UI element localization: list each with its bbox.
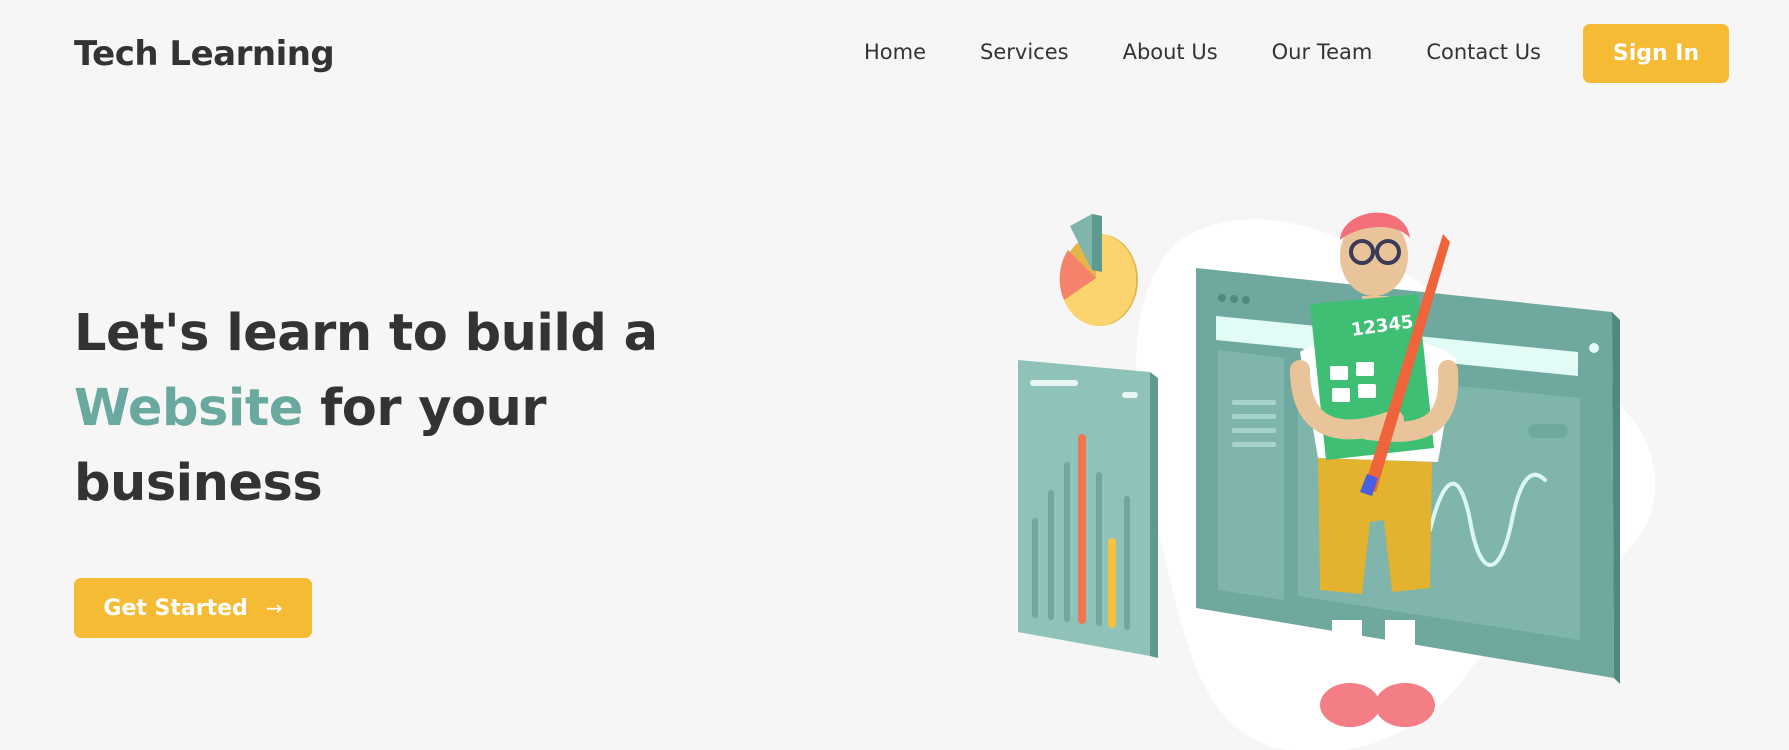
nav-services-link[interactable]: Services [980,40,1069,64]
hero-line-1: Let's learn to build a [74,304,658,363]
site-logo[interactable]: Tech Learning [74,34,335,74]
pie-chart-icon [1059,214,1138,326]
hero-accent-word: Website [74,379,303,438]
main-nav: Home Services About Us Our Team Contact … [864,40,1541,64]
nav-contact-link[interactable]: Contact Us [1426,40,1541,64]
get-started-button[interactable]: Get Started → [74,578,312,638]
sign-in-button[interactable]: Sign In [1583,24,1729,83]
bar-chart-card [1018,360,1158,658]
hero-illustration: 12345 [1018,212,1656,750]
get-started-label: Get Started [103,595,248,621]
nav-about-link[interactable]: About Us [1123,40,1218,64]
hero-line-3: business [74,454,323,513]
nav-home-link[interactable]: Home [864,40,926,64]
hero-line-2: Website for your [74,371,694,446]
hero-headline: Let's learn to build a Website for your … [74,296,694,521]
hero-line-2-rest: for your [302,379,546,438]
nav-team-link[interactable]: Our Team [1272,40,1373,64]
arrow-right-icon: → [265,596,283,620]
navbar: Tech Learning Home Services About Us Our… [0,0,1789,110]
